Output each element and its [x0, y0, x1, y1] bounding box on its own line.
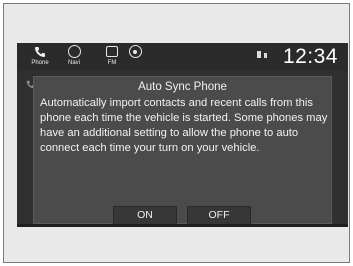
navigation-icon [67, 45, 81, 58]
bluetooth-icon [257, 51, 261, 58]
screen-bottom-edge [17, 224, 348, 227]
fm-nav-label: FM [107, 60, 117, 66]
phone-icon [34, 45, 47, 58]
audio-source-icon [128, 45, 142, 58]
navi-nav-button[interactable]: Navi [59, 45, 89, 69]
dialog-title: Auto Sync Phone [138, 81, 227, 93]
dialog-message: Automatically import contacts and recent… [40, 97, 328, 154]
off-button[interactable]: OFF [187, 206, 251, 225]
phone-nav-button[interactable]: Phone [25, 45, 55, 69]
on-button[interactable]: ON [113, 206, 177, 225]
signal-icon [264, 53, 267, 58]
navi-nav-label: Navi [67, 60, 80, 66]
status-bar: Phone Navi FM 12:34 [17, 43, 348, 71]
audio-source-button[interactable] [123, 45, 147, 69]
radio-icon [106, 45, 119, 58]
auto-sync-dialog: Auto Sync Phone Automatically import con… [33, 76, 332, 225]
phone-nav-label: Phone [31, 60, 49, 66]
clock: 12:34 [282, 45, 338, 68]
head-unit-screen: Phone Navi FM 12:34 Auto Sync Phone Auto… [17, 43, 348, 227]
